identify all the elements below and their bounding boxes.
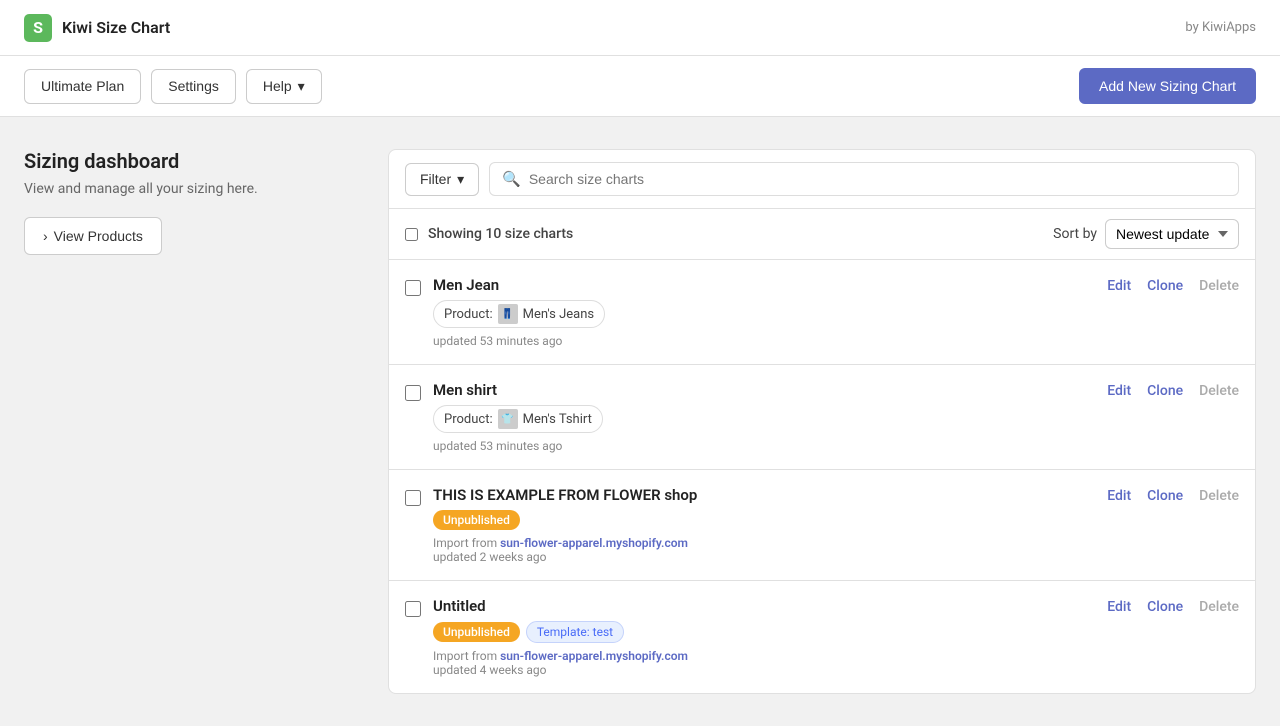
toolbar-left: Ultimate Plan Settings Help ▾ bbox=[24, 69, 322, 104]
product-name: Men's Tshirt bbox=[523, 412, 592, 427]
chart-updated: updated 53 minutes ago bbox=[433, 439, 562, 453]
view-products-button[interactable]: › View Products bbox=[24, 217, 162, 255]
delete-link[interactable]: Delete bbox=[1199, 383, 1239, 399]
chart-name: Men shirt bbox=[433, 381, 1095, 399]
product-tag: Product: 👖 Men's Jeans bbox=[433, 300, 605, 328]
ultimate-plan-button[interactable]: Ultimate Plan bbox=[24, 69, 141, 104]
content-panel: Filter ▾ 🔍 Showing 10 size charts Sort b… bbox=[388, 149, 1256, 694]
edit-link[interactable]: Edit bbox=[1107, 278, 1131, 294]
chart-checkbox[interactable] bbox=[405, 385, 421, 401]
product-thumbnail: 👖 bbox=[498, 304, 518, 324]
chart-row: Untitled Unpublished Template: test Import … bbox=[389, 581, 1255, 693]
clone-link[interactable]: Clone bbox=[1147, 383, 1183, 399]
filter-button[interactable]: Filter ▾ bbox=[405, 163, 479, 196]
chart-actions: Edit Clone Delete bbox=[1107, 276, 1239, 294]
chart-row: THIS IS EXAMPLE FROM FLOWER shop Unpublis… bbox=[389, 470, 1255, 581]
clone-link[interactable]: Clone bbox=[1147, 599, 1183, 615]
product-name: Men's Jeans bbox=[523, 307, 595, 322]
sidebar: Sizing dashboard View and manage all you… bbox=[24, 149, 364, 694]
chart-tags: Product: 👖 Men's Jeans bbox=[433, 300, 1095, 328]
chart-meta: Import from sun-flower-apparel.myshopify… bbox=[433, 649, 1095, 677]
app-logo: S bbox=[24, 14, 52, 42]
chart-info: THIS IS EXAMPLE FROM FLOWER shop Unpublis… bbox=[433, 486, 1095, 564]
template-badge: Template: test bbox=[526, 621, 624, 643]
unpublished-badge: Unpublished bbox=[433, 622, 520, 642]
sidebar-title: Sizing dashboard bbox=[24, 149, 364, 173]
edit-link[interactable]: Edit bbox=[1107, 599, 1131, 615]
chart-info: Men Jean Product: 👖 Men's Jeans updated 53 m… bbox=[433, 276, 1095, 348]
list-header: Showing 10 size charts Sort by Newest up… bbox=[389, 209, 1255, 260]
chart-info: Men shirt Product: 👕 Men's Tshirt updated 53… bbox=[433, 381, 1095, 453]
select-all-checkbox[interactable] bbox=[405, 228, 418, 241]
delete-link[interactable]: Delete bbox=[1199, 278, 1239, 294]
add-sizing-chart-button[interactable]: Add New Sizing Chart bbox=[1079, 68, 1256, 104]
search-input-wrap: 🔍 bbox=[489, 162, 1239, 196]
main-layout: Sizing dashboard View and manage all you… bbox=[0, 117, 1280, 726]
chart-tags: Unpublished bbox=[433, 510, 1095, 530]
chevron-down-icon: ▾ bbox=[457, 171, 464, 188]
chart-meta: Import from sun-flower-apparel.myshopify… bbox=[433, 536, 1095, 564]
import-link[interactable]: sun-flower-apparel.myshopify.com bbox=[500, 649, 688, 663]
chart-actions: Edit Clone Delete bbox=[1107, 381, 1239, 399]
chevron-right-icon: › bbox=[43, 228, 48, 244]
chart-name: Untitled bbox=[433, 597, 1095, 615]
search-bar: Filter ▾ 🔍 bbox=[389, 150, 1255, 209]
clone-link[interactable]: Clone bbox=[1147, 278, 1183, 294]
chart-name: THIS IS EXAMPLE FROM FLOWER shop bbox=[433, 486, 1095, 504]
settings-button[interactable]: Settings bbox=[151, 69, 236, 104]
product-prefix: Product: bbox=[444, 307, 493, 322]
sort-wrap: Sort by Newest update Oldest update Name… bbox=[1053, 219, 1239, 249]
chart-meta: updated 53 minutes ago bbox=[433, 439, 1095, 453]
chart-row: Men shirt Product: 👕 Men's Tshirt updated 53… bbox=[389, 365, 1255, 470]
product-tag: Product: 👕 Men's Tshirt bbox=[433, 405, 603, 433]
chart-updated: updated 2 weeks ago bbox=[433, 550, 547, 564]
edit-link[interactable]: Edit bbox=[1107, 488, 1131, 504]
unpublished-badge: Unpublished bbox=[433, 510, 520, 530]
sidebar-description: View and manage all your sizing here. bbox=[24, 181, 364, 197]
chart-tags: Product: 👕 Men's Tshirt bbox=[433, 405, 1095, 433]
edit-link[interactable]: Edit bbox=[1107, 383, 1131, 399]
list-header-left: Showing 10 size charts bbox=[405, 226, 573, 242]
showing-count: Showing 10 size charts bbox=[428, 226, 573, 242]
chevron-down-icon: ▾ bbox=[298, 78, 305, 95]
sort-label: Sort by bbox=[1053, 226, 1097, 242]
chart-checkbox[interactable] bbox=[405, 601, 421, 617]
import-link[interactable]: sun-flower-apparel.myshopify.com bbox=[500, 536, 688, 550]
sort-select[interactable]: Newest update Oldest update Name A-Z Nam… bbox=[1105, 219, 1239, 249]
chart-info: Untitled Unpublished Template: test Import … bbox=[433, 597, 1095, 677]
app-title: Kiwi Size Chart bbox=[62, 18, 170, 37]
chart-checkbox[interactable] bbox=[405, 490, 421, 506]
product-prefix: Product: bbox=[444, 412, 493, 427]
chart-actions: Edit Clone Delete bbox=[1107, 486, 1239, 504]
chart-actions: Edit Clone Delete bbox=[1107, 597, 1239, 615]
brand-label: by KiwiApps bbox=[1185, 20, 1256, 35]
chart-tags: Unpublished Template: test bbox=[433, 621, 1095, 643]
chart-checkbox[interactable] bbox=[405, 280, 421, 296]
search-input[interactable] bbox=[529, 171, 1226, 187]
clone-link[interactable]: Clone bbox=[1147, 488, 1183, 504]
topbar: S Kiwi Size Chart by KiwiApps bbox=[0, 0, 1280, 56]
charts-list: Men Jean Product: 👖 Men's Jeans updated 53 m… bbox=[389, 260, 1255, 693]
chart-updated: updated 53 minutes ago bbox=[433, 334, 562, 348]
chart-meta: updated 53 minutes ago bbox=[433, 334, 1095, 348]
toolbar: Ultimate Plan Settings Help ▾ Add New Si… bbox=[0, 56, 1280, 117]
search-icon: 🔍 bbox=[502, 170, 521, 188]
chart-name: Men Jean bbox=[433, 276, 1095, 294]
delete-link[interactable]: Delete bbox=[1199, 488, 1239, 504]
product-thumbnail: 👕 bbox=[498, 409, 518, 429]
delete-link[interactable]: Delete bbox=[1199, 599, 1239, 615]
chart-updated: updated 4 weeks ago bbox=[433, 663, 547, 677]
chart-row: Men Jean Product: 👖 Men's Jeans updated 53 m… bbox=[389, 260, 1255, 365]
topbar-left: S Kiwi Size Chart bbox=[24, 14, 170, 42]
help-button[interactable]: Help ▾ bbox=[246, 69, 322, 104]
